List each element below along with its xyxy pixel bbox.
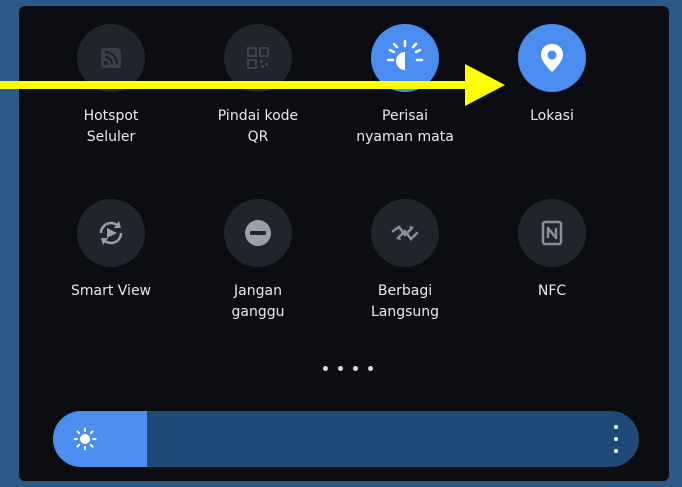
smart-view-button[interactable]: [77, 199, 145, 267]
tile-qr-scanner[interactable]: Pindai kode QR: [188, 24, 328, 148]
quick-share-button[interactable]: [371, 199, 439, 267]
quick-share-icon: [391, 225, 419, 241]
brightness-slider[interactable]: [53, 411, 639, 467]
tile-label: Pindai kode QR: [217, 108, 299, 145]
tile-quick-share[interactable]: Berbagi Langsung: [335, 199, 475, 323]
nfc-button[interactable]: [518, 199, 586, 267]
eye-comfort-button[interactable]: [371, 24, 439, 92]
tile-label: Jangan ganggu: [231, 283, 285, 320]
nfc-icon: [541, 220, 563, 246]
qr-code-icon: [247, 47, 269, 69]
page-dot: [368, 365, 373, 371]
more-dot: [614, 449, 618, 453]
tile-label: NFC: [537, 283, 567, 299]
tile-nfc[interactable]: NFC: [482, 199, 622, 302]
tile-label: Hotspot Seluler: [83, 108, 139, 145]
location-button[interactable]: [518, 24, 586, 92]
eye-comfort-icon: [386, 39, 424, 70]
tile-location[interactable]: Lokasi: [482, 24, 622, 127]
tile-do-not-disturb[interactable]: Jangan ganggu: [188, 199, 328, 323]
page-dot: [323, 365, 328, 371]
tile-eye-comfort[interactable]: Perisai nyaman mata: [335, 24, 475, 148]
tile-smart-view[interactable]: Smart View: [41, 199, 181, 302]
brightness-sun-icon: [73, 427, 97, 451]
tile-hotspot[interactable]: Hotspot Seluler: [41, 24, 181, 148]
do-not-disturb-icon: [245, 220, 271, 246]
tile-label: Lokasi: [530, 108, 574, 124]
location-pin-icon: [541, 44, 563, 72]
more-options-icon[interactable]: [607, 425, 625, 453]
page-dot: [338, 365, 343, 371]
more-dot: [614, 425, 618, 429]
tile-label: Berbagi Langsung: [370, 283, 440, 320]
hotspot-button[interactable]: [77, 24, 145, 92]
page-dot: [353, 365, 358, 371]
more-dot: [614, 437, 618, 441]
page-indicator[interactable]: [323, 363, 373, 373]
tile-label: Smart View: [70, 283, 152, 299]
brightness-fill[interactable]: [53, 411, 147, 467]
hotspot-icon: [101, 48, 121, 68]
qr-scanner-button[interactable]: [224, 24, 292, 92]
tile-label: Perisai nyaman mata: [356, 108, 454, 145]
quick-settings-panel: Hotspot Seluler Pindai kode QR Perisai n…: [19, 6, 669, 481]
smart-view-icon: [99, 221, 123, 245]
do-not-disturb-button[interactable]: [224, 199, 292, 267]
